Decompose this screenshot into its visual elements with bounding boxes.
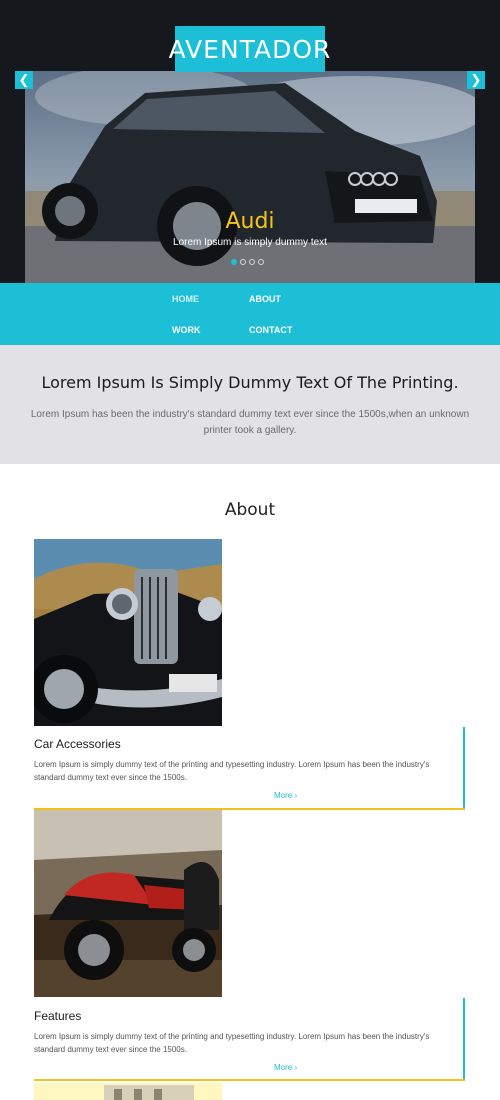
card-image-red-classic-car (34, 810, 222, 997)
chevron-right-icon: › (294, 1063, 298, 1072)
card-title: Car Accessories (34, 737, 121, 751)
chevron-left-icon: ❮ (18, 72, 30, 87)
main-nav: HOME ABOUT WORK CONTACT (0, 283, 500, 345)
card-underline (34, 1079, 465, 1081)
slider-next-button[interactable]: ❯ (467, 71, 485, 89)
card-image-vintage-car (34, 539, 222, 726)
slide-car-image (25, 71, 475, 283)
nav-home[interactable]: HOME (172, 294, 199, 304)
slider-dots (231, 259, 264, 265)
card-accent-line (463, 998, 465, 1081)
slider-dot[interactable] (240, 259, 246, 265)
slide-title: Audi (225, 209, 275, 234)
slider-dot[interactable] (231, 259, 237, 265)
about-title: About (224, 500, 276, 520)
intro-banner: Lorem Ipsum Is Simply Dummy Text Of The … (0, 345, 500, 464)
card-more-label: More (274, 1063, 293, 1072)
nav-work[interactable]: WORK (172, 325, 201, 335)
image-slider[interactable]: Audi Lorem Ipsum is simply dummy text (25, 71, 475, 283)
slider-prev-button[interactable]: ❮ (15, 71, 33, 89)
chevron-right-icon: › (294, 791, 298, 800)
card-text: Lorem Ipsum is simply dummy text of the … (34, 1032, 430, 1054)
nav-about[interactable]: ABOUT (249, 294, 281, 304)
card-image-building (34, 1083, 222, 1100)
card-accent-line (463, 727, 465, 810)
slider-dot[interactable] (258, 259, 264, 265)
chevron-right-icon: ❯ (470, 72, 482, 87)
card-more-link[interactable]: More › (274, 791, 297, 800)
card-title: Features (34, 1009, 82, 1023)
card-text: Lorem Ipsum is simply dummy text of the … (34, 760, 430, 782)
card-more-label: More (274, 791, 293, 800)
slider-dot[interactable] (249, 259, 255, 265)
nav-contact[interactable]: CONTACT (249, 325, 292, 335)
site-logo[interactable]: AVENTADOR (169, 26, 330, 72)
slide-subtitle: Lorem Ipsum is simply dummy text (173, 237, 327, 248)
banner-text: Lorem Ipsum has been the industry's stan… (30, 409, 470, 436)
card-more-link[interactable]: More › (274, 1063, 297, 1072)
banner-heading: Lorem Ipsum Is Simply Dummy Text Of The … (41, 373, 459, 392)
header: AVENTADOR ❮ ❯ Audi Lorem Ipsum is simply… (0, 0, 500, 283)
